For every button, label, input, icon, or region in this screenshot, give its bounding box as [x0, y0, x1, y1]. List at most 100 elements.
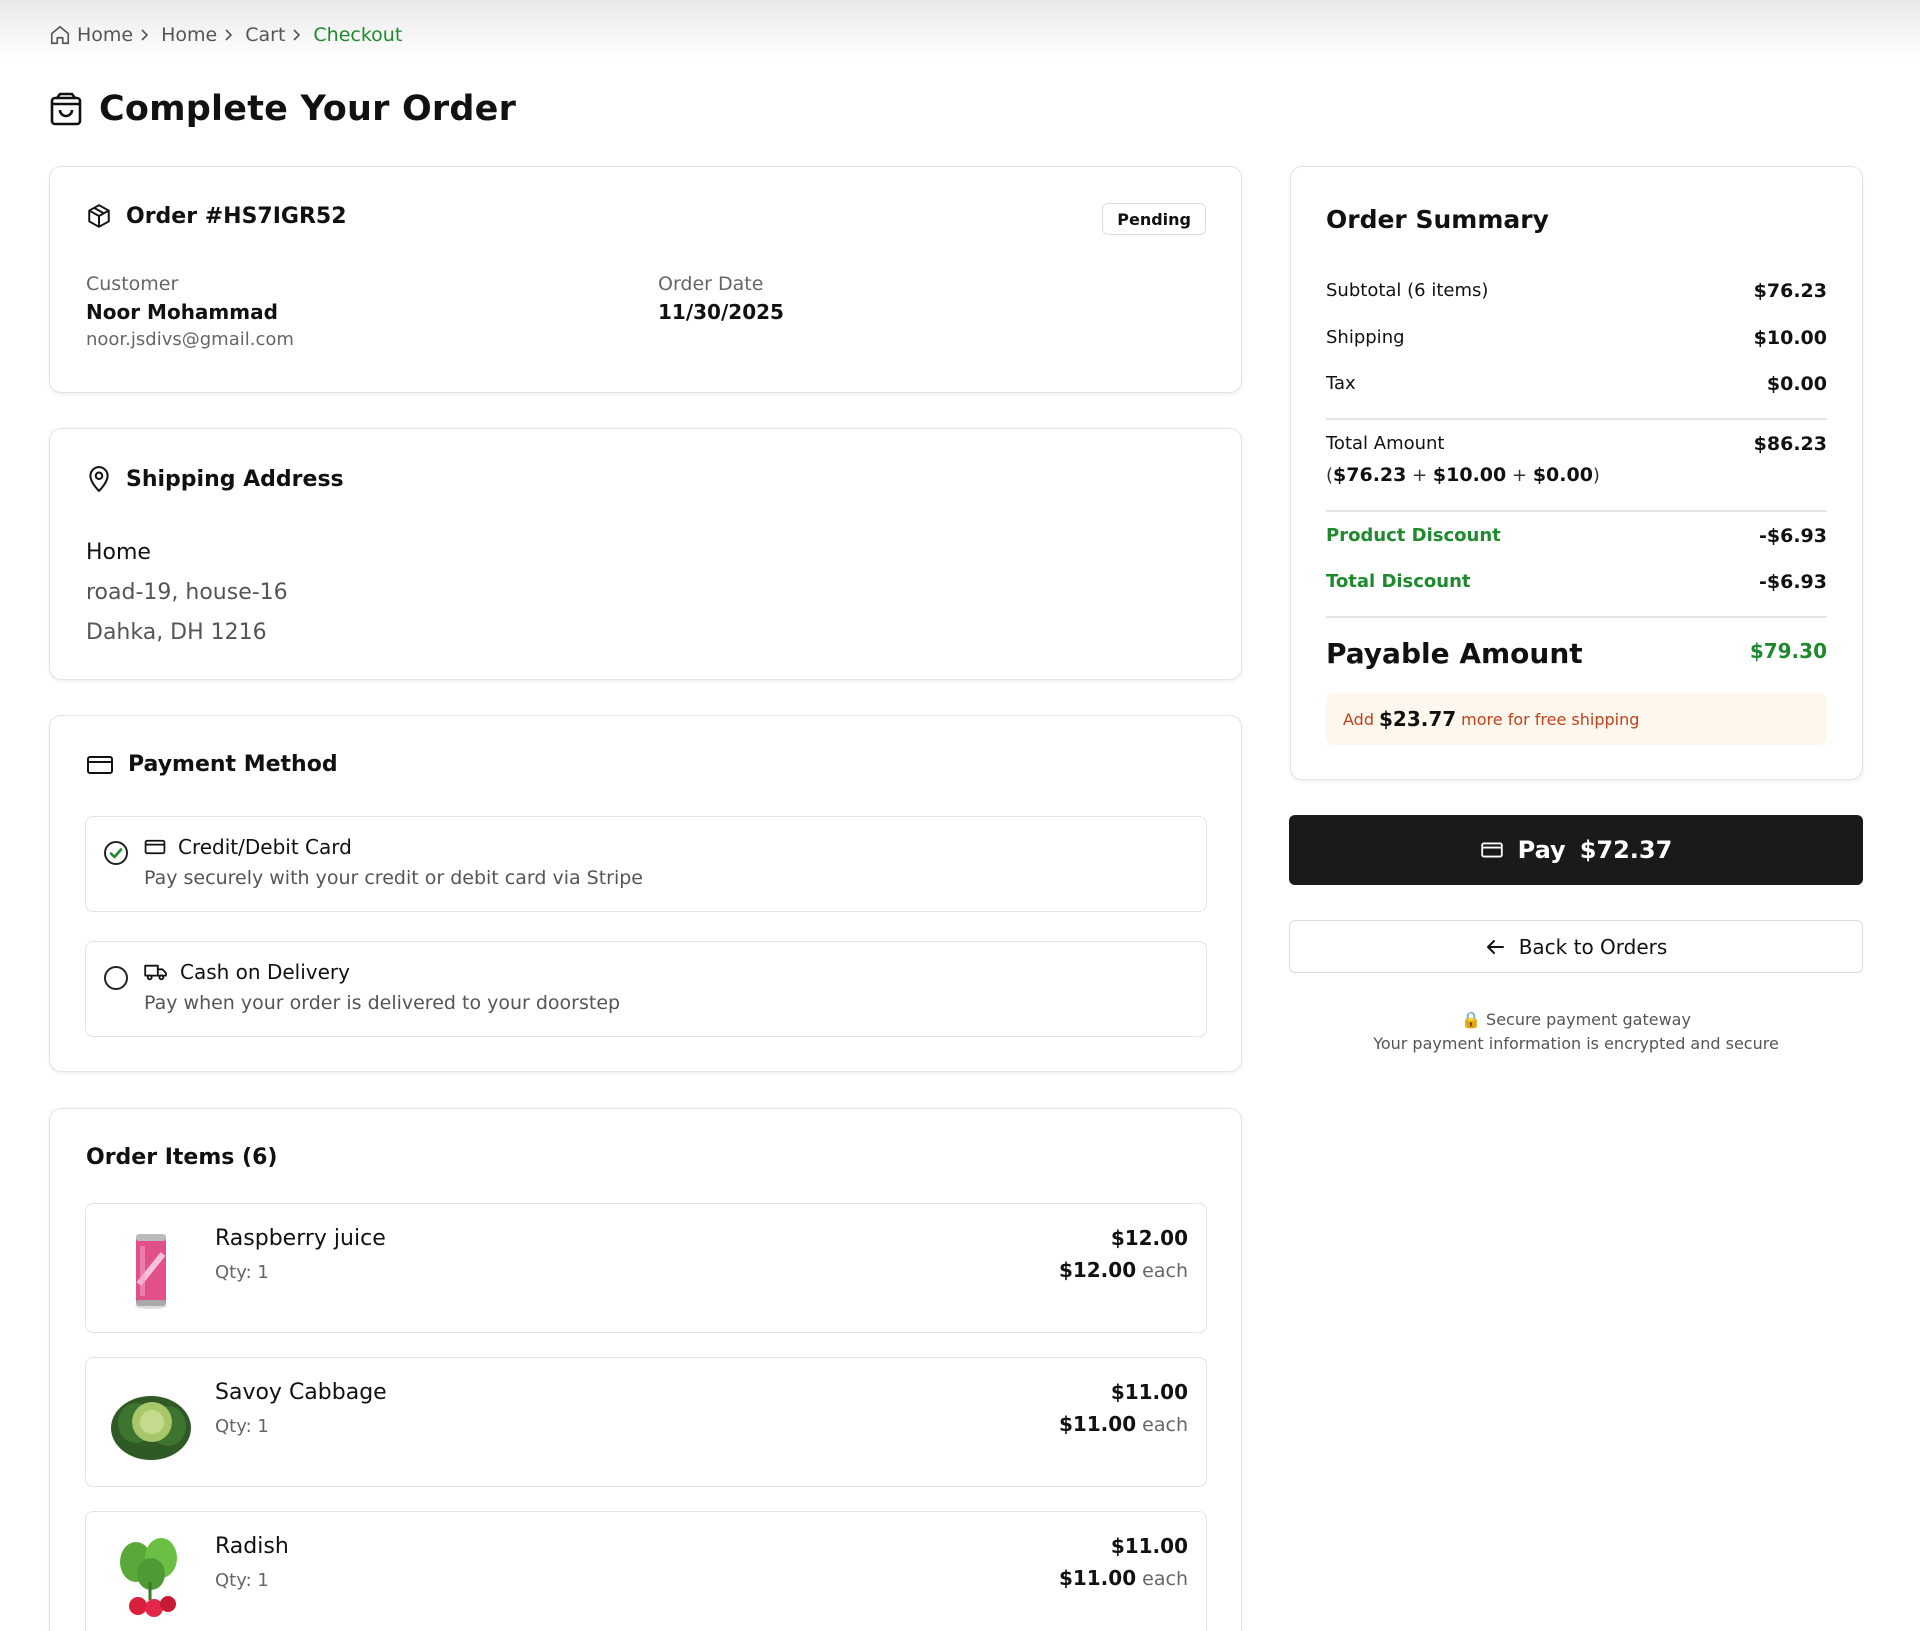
total-label: Total Amount	[1326, 433, 1445, 454]
list-item: Raspberry juice Qty: 1 $12.00 $12.00 eac…	[85, 1203, 1207, 1333]
payable-row: Payable Amount $79.30	[1326, 637, 1827, 670]
secure-line-1: 🔒 Secure payment gateway	[1461, 1010, 1691, 1029]
product-discount-value: -$6.93	[1759, 525, 1827, 547]
radio-unselected-icon[interactable]	[104, 966, 128, 990]
radish-image	[106, 1532, 196, 1622]
chevron-right-icon	[291, 28, 303, 42]
truck-icon	[144, 963, 168, 981]
item-unit-value: $11.00	[1058, 1412, 1137, 1436]
divider	[1326, 510, 1827, 512]
item-each-label: each	[1142, 1414, 1188, 1436]
item-total: $11.00	[1110, 1380, 1188, 1404]
chevron-right-icon	[223, 28, 235, 42]
payment-card: Payment Method Credit/Debit Card Pay sec…	[49, 715, 1242, 1072]
order-date: 11/30/2025	[658, 300, 784, 324]
total-discount-label: Total Discount	[1326, 571, 1471, 592]
shipping-value: $10.00	[1753, 327, 1827, 349]
breadcrumb-home[interactable]: Home	[49, 24, 133, 46]
shipping-card: Shipping Address Home road-19, house-16 …	[49, 428, 1242, 680]
total-discount-row: Total Discount -$6.93	[1326, 571, 1827, 593]
order-date-label: Order Date	[658, 273, 764, 295]
breakdown-close: )	[1592, 465, 1600, 486]
order-card: Order #HS7IGR52 Pending Customer Noor Mo…	[49, 166, 1242, 393]
breadcrumb-current: Checkout	[313, 24, 403, 46]
item-name: Savoy Cabbage	[215, 1380, 387, 1405]
breadcrumb-cart[interactable]: Cart	[245, 24, 285, 46]
free-ship-amount: $23.77	[1378, 707, 1457, 731]
payment-option-cod[interactable]: Cash on Delivery Pay when your order is …	[85, 941, 1207, 1037]
tax-value: $0.00	[1766, 373, 1827, 395]
chevron-right-icon	[139, 28, 151, 42]
credit-card-icon	[86, 754, 114, 776]
payment-option-title: Cash on Delivery	[144, 960, 350, 984]
free-ship-suffix: more for free shipping	[1461, 709, 1640, 729]
payment-option-desc: Pay securely with your credit or debit c…	[144, 867, 644, 889]
item-unit-price: $11.00 each	[1059, 1412, 1188, 1436]
total-row: Total Amount $86.23	[1326, 433, 1827, 455]
map-pin-icon	[86, 465, 112, 493]
cabbage-image	[106, 1378, 196, 1468]
total-discount-value: -$6.93	[1759, 571, 1827, 593]
item-qty: Qty: 1	[215, 1570, 269, 1591]
breadcrumb-label: Home	[77, 24, 134, 46]
total-value: $86.23	[1753, 433, 1827, 455]
address-line-2: Dahka, DH 1216	[86, 620, 267, 645]
subtotal-value: $76.23	[1753, 280, 1827, 302]
item-unit-price: $12.00 each	[1059, 1258, 1188, 1282]
back-label: Back to Orders	[1518, 934, 1668, 959]
breadcrumb-label: Home	[161, 24, 218, 46]
item-unit-value: $11.00	[1058, 1566, 1137, 1590]
customer-name: Noor Mohammad	[86, 300, 278, 324]
divider	[1326, 418, 1827, 420]
item-each-label: each	[1142, 1568, 1188, 1590]
payment-option-label: Cash on Delivery	[180, 960, 350, 984]
breakdown-shipping: $10.00	[1432, 464, 1507, 486]
list-item: Savoy Cabbage Qty: 1 $11.00 $11.00 each	[85, 1357, 1207, 1487]
page-title: Complete Your Order	[49, 86, 516, 132]
breakdown-tax: $0.00	[1532, 464, 1593, 486]
product-discount-row: Product Discount -$6.93	[1326, 525, 1827, 547]
breakdown-plus: +	[1511, 465, 1528, 486]
customer-label: Customer	[86, 273, 179, 295]
payable-label: Payable Amount	[1326, 637, 1583, 670]
list-item: Radish Qty: 1 $11.00 $11.00 each	[85, 1511, 1207, 1631]
divider	[1326, 616, 1827, 618]
radio-selected-icon[interactable]	[104, 841, 128, 865]
item-qty: Qty: 1	[215, 1416, 269, 1437]
shipping-header: Shipping Address	[86, 465, 344, 493]
address-line-1: road-19, house-16	[86, 580, 288, 605]
payment-option-card[interactable]: Credit/Debit Card Pay securely with your…	[85, 816, 1207, 912]
breadcrumb-home-2[interactable]: Home	[161, 24, 217, 46]
payment-option-desc: Pay when your order is delivered to your…	[144, 992, 621, 1014]
item-each-label: each	[1142, 1260, 1188, 1282]
pay-button[interactable]: Pay $72.37	[1289, 815, 1863, 885]
summary-title: Order Summary	[1326, 205, 1549, 234]
tax-label: Tax	[1326, 373, 1356, 394]
shipping-label: Shipping	[1326, 327, 1405, 348]
payable-value: $79.30	[1749, 639, 1827, 663]
shopping-bag-icon	[49, 91, 83, 127]
secure-payment-note: 🔒 Secure payment gateway Your payment in…	[1289, 1008, 1863, 1056]
package-icon	[86, 203, 112, 229]
product-discount-label: Product Discount	[1326, 525, 1501, 546]
arrow-left-icon	[1485, 938, 1505, 956]
order-items-card: Order Items (6) Raspberry juice Qty: 1 $…	[49, 1108, 1242, 1631]
order-number: Order #HS7IGR52	[126, 203, 347, 229]
credit-card-icon	[144, 838, 166, 856]
breakdown-subtotal: $76.23	[1333, 464, 1407, 486]
order-header: Order #HS7IGR52	[86, 203, 347, 229]
payment-heading: Payment Method	[128, 752, 338, 777]
customer-email: noor.jsdivs@gmail.com	[86, 329, 294, 350]
credit-card-icon	[1480, 841, 1504, 859]
shipping-heading: Shipping Address	[126, 466, 344, 492]
item-name: Raspberry juice	[215, 1226, 386, 1251]
free-ship-prefix: Add	[1343, 709, 1374, 729]
total-breakdown: ($76.23 + $10.00 + $0.00)	[1326, 464, 1600, 486]
breadcrumb: Home Home Cart Checkout	[49, 22, 402, 48]
breadcrumb-label: Cart	[245, 24, 286, 46]
item-unit-value: $12.00	[1058, 1258, 1137, 1282]
pay-amount: $72.37	[1579, 836, 1673, 864]
back-to-orders-button[interactable]: Back to Orders	[1289, 920, 1863, 973]
status-badge: Pending	[1102, 203, 1206, 235]
payment-option-title: Credit/Debit Card	[144, 835, 352, 859]
